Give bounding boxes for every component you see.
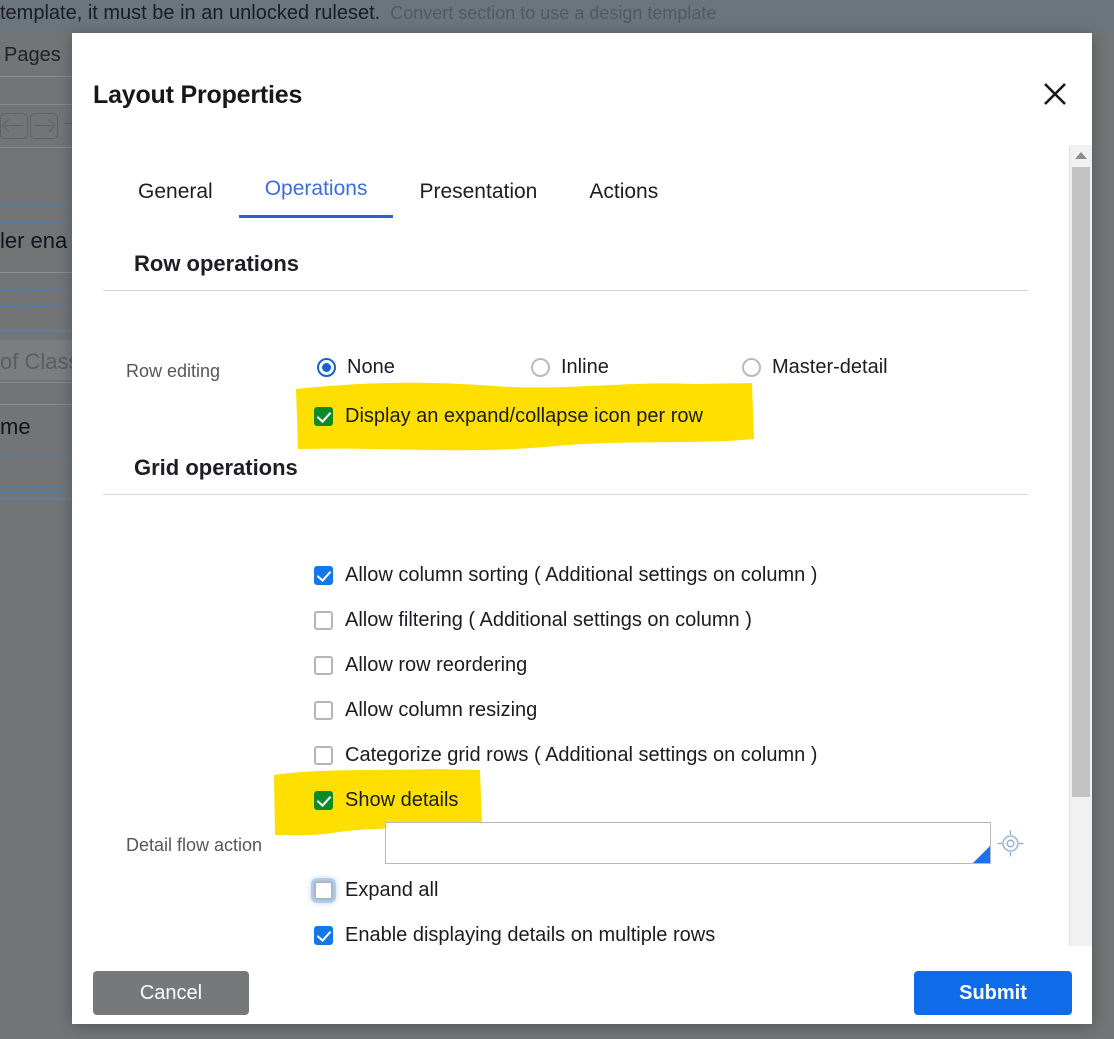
backdrop-dashed-guide [0,222,72,223]
radio-label: Inline [561,356,609,378]
checkbox-checked-icon [314,791,333,810]
row-editing-label: Row editing [126,361,221,381]
checkbox-unchecked-icon [314,611,333,630]
backdrop-divider [0,76,72,77]
checkbox-allow-row-reordering[interactable]: Allow row reordering [314,654,527,677]
backdrop-divider [0,272,72,273]
checkbox-checked-icon [314,926,333,945]
checkbox-show-details[interactable]: Show details [314,789,458,812]
radio-unselected-icon [531,358,550,377]
scrollbar-thumb[interactable] [1072,167,1090,797]
target-crosshair-icon[interactable] [997,830,1024,857]
row-operations-heading: Row operations [134,251,300,276]
radio-row-editing-inline[interactable]: Inline [531,356,609,379]
detail-flow-action-label: Detail flow action [126,835,263,855]
checkbox-label: Allow column sorting ( Additional settin… [345,564,818,586]
backdrop-pages-label: Pages [4,44,61,66]
checkbox-label: Categorize grid rows ( Additional settin… [345,744,818,766]
collapse-left-icon[interactable] [0,113,28,139]
checkbox-allow-filtering[interactable]: Allow filtering ( Additional settings on… [314,609,752,632]
backdrop-dashed-guide [0,456,72,457]
checkbox-label: Allow column resizing [345,699,538,721]
close-icon[interactable] [1038,77,1072,111]
checkbox-label: Display an expand/collapse icon per row [345,405,703,427]
checkbox-categorize-grid-rows[interactable]: Categorize grid rows ( Additional settin… [314,744,817,767]
detail-flow-action-input-wrapper [385,822,991,864]
backdrop-dashed-guide [0,306,72,307]
radio-row-editing-master-detail[interactable]: Master-detail [742,356,888,379]
backdrop-dashed-guide [0,492,72,493]
checkbox-label: Allow row reordering [345,654,528,676]
dialog-title: Layout Properties [93,81,303,109]
checkbox-unchecked-icon [314,701,333,720]
cancel-button[interactable]: Cancel [93,971,249,1015]
checkbox-label: Allow filtering ( Additional settings on… [345,609,752,631]
backdrop-topbar-message-text: template, it must be in an unlocked rule… [0,2,381,24]
detail-flow-action-input[interactable] [386,823,990,863]
radio-label: None [347,356,395,378]
checkbox-display-expand-collapse-icon[interactable]: Display an expand/collapse icon per row [314,405,703,428]
backdrop-section-bar [0,330,72,332]
backdrop-fragment-text: of Class [0,349,80,374]
collapse-right-icon[interactable] [30,113,58,139]
section-divider [103,290,1028,291]
backdrop-topbar: template, it must be in an unlocked rule… [0,0,1114,32]
checkbox-enable-details-multiple-rows[interactable]: Enable displaying details on multiple ro… [314,924,715,947]
backdrop-dashed-guide [0,290,72,291]
checkbox-label: Show details [345,789,459,811]
backdrop-fragment-text: me [0,414,31,439]
backdrop-divider [0,382,72,383]
checkbox-unchecked-icon [314,656,333,675]
convert-section-link[interactable]: Convert section to use a design template [390,3,716,23]
radio-selected-icon [317,358,336,377]
checkbox-label: Enable displaying details on multiple ro… [345,924,716,946]
submit-button[interactable]: Submit [914,971,1072,1015]
checkbox-allow-column-sorting[interactable]: Allow column sorting ( Additional settin… [314,564,817,587]
grid-operations-heading: Grid operations [134,455,298,480]
checkbox-checked-icon [314,407,333,426]
checkbox-allow-column-resizing[interactable]: Allow column resizing [314,699,537,722]
backdrop-dashed-guide [0,486,72,487]
backdrop-fragment-text: ler ena [0,228,68,253]
backdrop-section-bar [0,498,72,500]
backdrop-dashed-guide [0,204,72,205]
backdrop-divider [0,404,72,405]
section-divider [103,494,1028,495]
checkbox-label: Expand all [345,879,439,901]
dialog-scrollbar[interactable] [1069,145,1092,965]
backdrop-topbar-message: template, it must be in an unlocked rule… [0,0,716,32]
checkbox-checked-icon [314,566,333,585]
checkbox-unchecked-icon [314,881,333,900]
checkbox-unchecked-icon [314,746,333,765]
chevron-up-icon[interactable] [1070,145,1092,165]
radio-row-editing-none[interactable]: None [317,356,395,379]
backdrop-toolbar [0,104,74,148]
radio-label: Master-detail [772,356,888,378]
radio-unselected-icon [742,358,761,377]
dialog-footer: Cancel Submit [72,946,1092,1024]
layout-properties-dialog: Layout Properties General Operations Pre… [72,33,1092,1024]
checkbox-expand-all[interactable]: Expand all [314,879,438,902]
